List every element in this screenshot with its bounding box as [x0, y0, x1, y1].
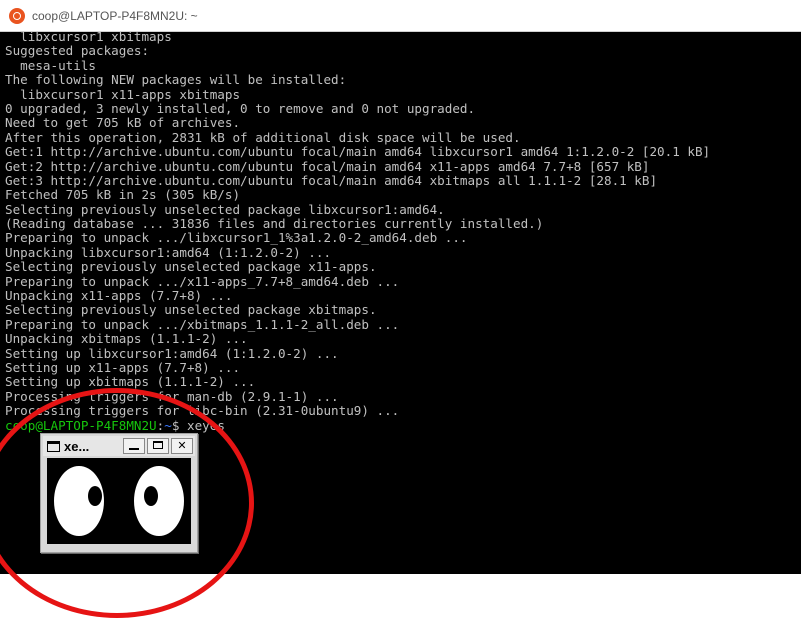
right-eye-icon	[131, 463, 187, 539]
prompt-user-host: coop@LAPTOP-P4F8MN2U	[5, 417, 157, 433]
xeyes-title: xe...	[64, 438, 90, 454]
terminal-line: Fetched 705 kB in 2s (305 kB/s)	[5, 187, 241, 203]
terminal-line: 0 upgraded, 3 newly installed, 0 to remo…	[5, 100, 476, 116]
prompt-path: ~	[164, 417, 172, 433]
terminal-line: Preparing to unpack .../x11-apps_7.7+8_a…	[5, 273, 400, 289]
terminal-line: Processing triggers for man-db (2.9.1-1)…	[5, 388, 339, 404]
terminal-line: Get:2 http://archive.ubuntu.com/ubuntu f…	[5, 158, 650, 174]
left-pupil	[88, 486, 102, 506]
terminal-line: libxcursor1 x11-apps xbitmaps	[5, 86, 241, 102]
prompt-command: xeyes	[187, 417, 225, 433]
xeyes-window[interactable]: xe... ✕	[40, 433, 198, 553]
terminal-line: Get:1 http://archive.ubuntu.com/ubuntu f…	[5, 144, 711, 160]
prompt-symbol: $	[171, 417, 188, 433]
terminal-line: Get:3 http://archive.ubuntu.com/ubuntu f…	[5, 172, 658, 188]
terminal-line: Unpacking xbitmaps (1.1.1-2) ...	[5, 331, 248, 347]
terminal-line: Unpacking libxcursor1:amd64 (1:1.2.0-2) …	[5, 244, 332, 260]
terminal-line: Selecting previously unselected package …	[5, 259, 377, 275]
maximize-button[interactable]	[147, 438, 169, 454]
minimize-button[interactable]	[123, 438, 145, 454]
terminal-line: The following NEW packages will be insta…	[5, 72, 347, 88]
terminal-line: Need to get 705 kB of archives.	[5, 115, 241, 131]
window-title: coop@LAPTOP-P4F8MN2U: ~	[32, 8, 198, 23]
xeyes-canvas	[47, 458, 191, 544]
terminal-line: mesa-utils	[5, 57, 96, 73]
terminal-line: Setting up xbitmaps (1.1.1-2) ...	[5, 374, 256, 390]
right-pupil	[144, 486, 158, 506]
close-button[interactable]: ✕	[171, 438, 193, 454]
terminal-line: Setting up x11-apps (7.7+8) ...	[5, 359, 241, 375]
terminal-line: Processing triggers for libc-bin (2.31-0…	[5, 403, 400, 419]
terminal-line: libxcursor1 xbitmaps	[5, 29, 172, 44]
terminal-prompt[interactable]: coop@LAPTOP-P4F8MN2U:~$ xeyes	[5, 417, 801, 433]
xeyes-titlebar[interactable]: xe... ✕	[43, 436, 195, 456]
terminal-line: Selecting previously unselected package …	[5, 201, 445, 217]
terminal-line: Setting up libxcursor1:amd64 (1:1.2.0-2)…	[5, 345, 339, 361]
left-eye-icon	[51, 463, 107, 539]
terminal-line: Selecting previously unselected package …	[5, 302, 377, 318]
terminal-line: Preparing to unpack .../libxcursor1_1%3a…	[5, 230, 468, 246]
terminal-line: Preparing to unpack .../xbitmaps_1.1.1-2…	[5, 316, 400, 332]
window-icon	[47, 440, 60, 452]
terminal-line: Suggested packages:	[5, 43, 150, 59]
terminal-line: (Reading database ... 31836 files and di…	[5, 216, 544, 232]
ubuntu-icon	[9, 7, 25, 24]
terminal-line: Unpacking x11-apps (7.7+8) ...	[5, 288, 233, 304]
window-titlebar[interactable]: coop@LAPTOP-P4F8MN2U: ~	[0, 0, 801, 32]
terminal-line: After this operation, 2831 kB of additio…	[5, 129, 521, 145]
